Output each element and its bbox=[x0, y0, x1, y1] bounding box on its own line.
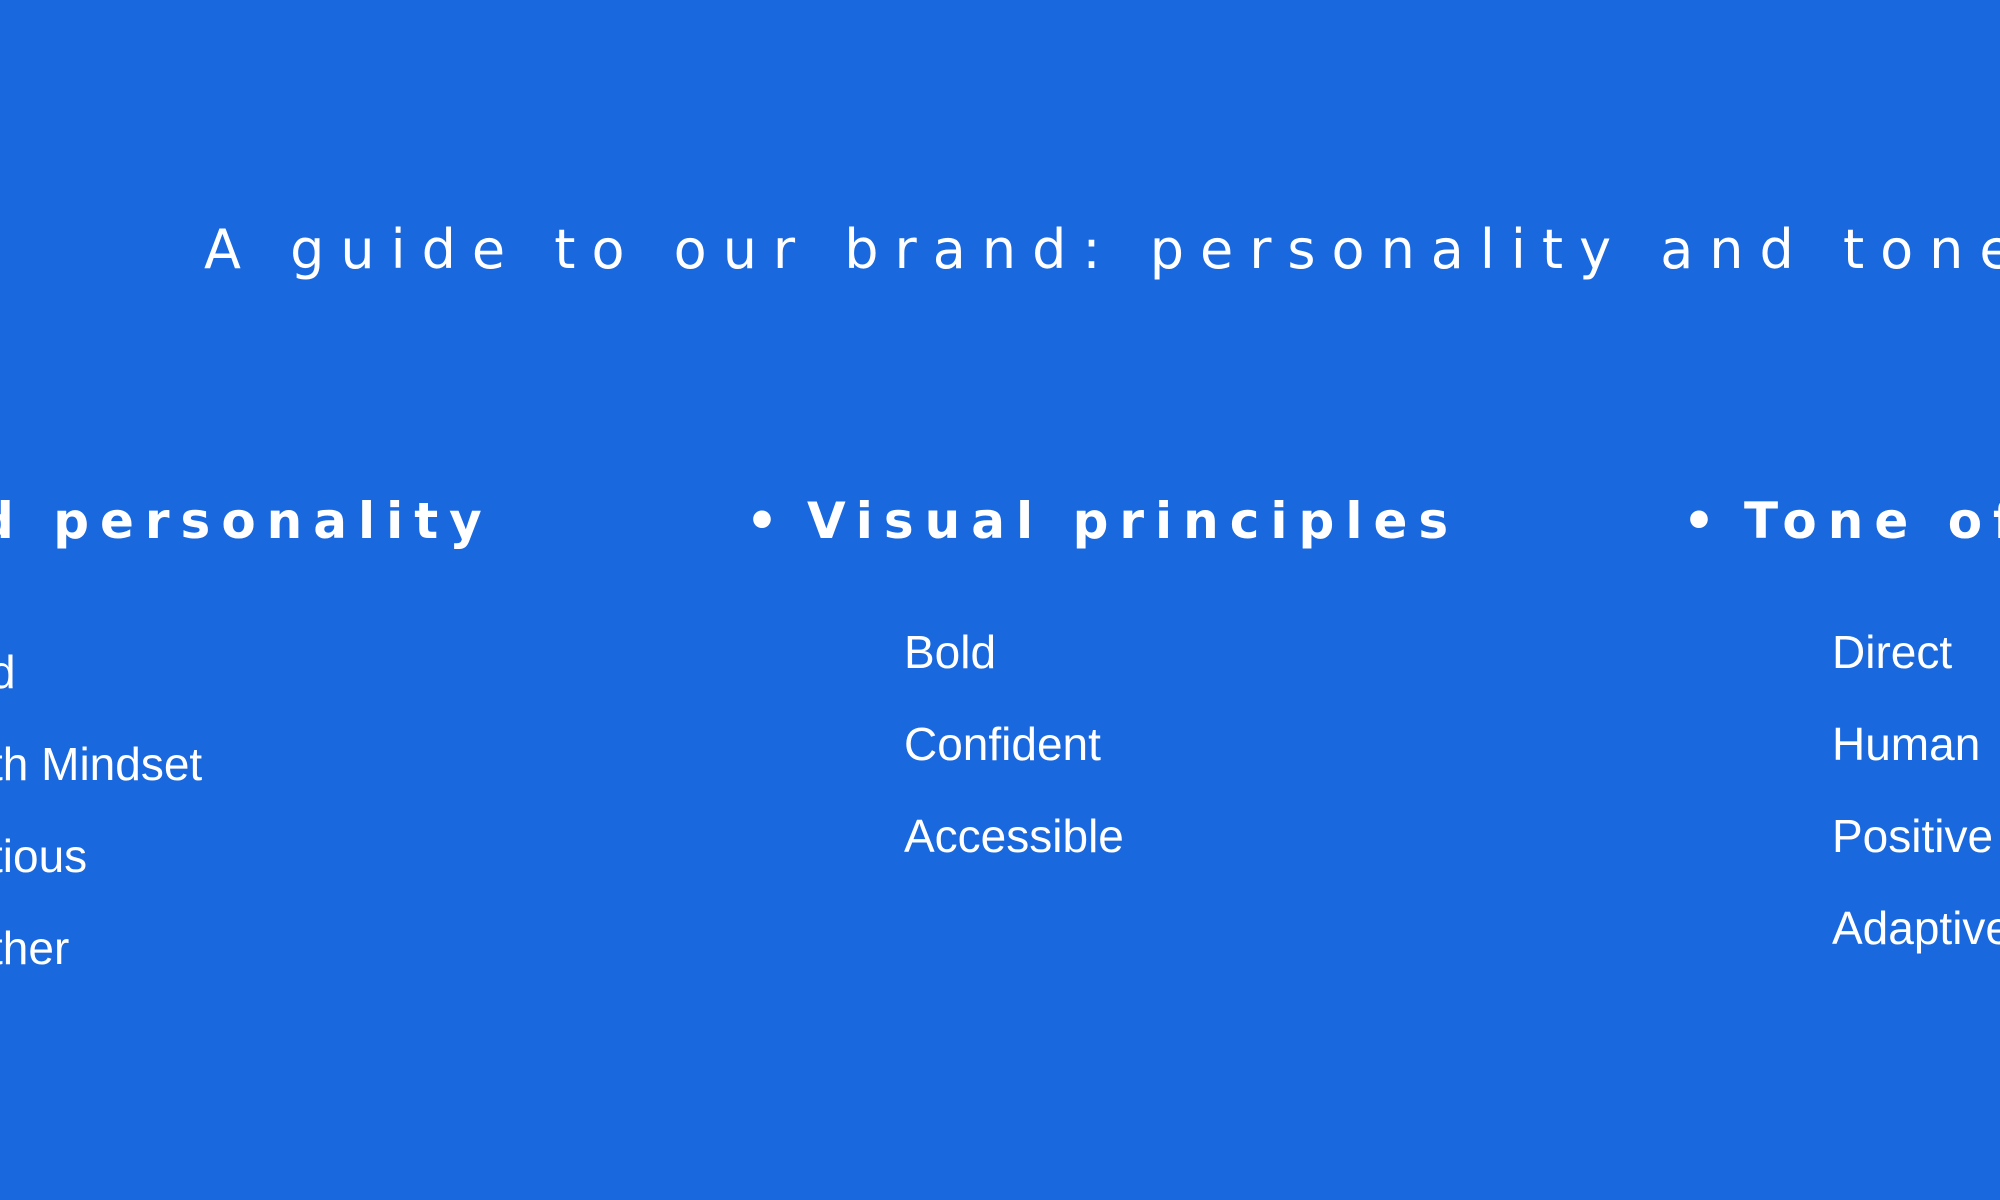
list-item: Human bbox=[1832, 718, 1981, 770]
list-item: Positive bbox=[1832, 810, 1994, 862]
list-item: Direct bbox=[1832, 626, 1953, 678]
section-heading-text: d personality bbox=[0, 492, 493, 550]
section-heading-tone-of: • Tone of bbox=[1683, 486, 2000, 556]
slide-canvas: A guide to our brand: personality and to… bbox=[0, 0, 2000, 1200]
brand-personality-list: d th Mindset tious ther bbox=[0, 626, 202, 994]
list-item: Bold bbox=[904, 626, 997, 678]
section-heading-visual-principles: • Visual principles bbox=[746, 486, 1459, 556]
list-item: tious bbox=[0, 830, 88, 882]
list-item: d bbox=[0, 646, 16, 698]
section-heading-text: Visual principles bbox=[806, 492, 1460, 550]
list-item: th Mindset bbox=[0, 738, 203, 790]
page-title: A guide to our brand: personality and to… bbox=[204, 218, 2000, 281]
list-item: Adaptive bbox=[1832, 902, 2000, 954]
list-item: ther bbox=[0, 922, 70, 974]
bullet-icon: • bbox=[1683, 492, 1726, 550]
tone-of-voice-list: Direct Human Positive Adaptive bbox=[1832, 606, 2000, 974]
bullet-icon: • bbox=[746, 492, 789, 550]
list-item: Confident bbox=[904, 718, 1101, 770]
list-item: Accessible bbox=[904, 810, 1124, 862]
section-heading-text: Tone of bbox=[1743, 492, 2000, 550]
section-heading-brand-personality: d personality bbox=[0, 486, 493, 556]
visual-principles-list: Bold Confident Accessible bbox=[904, 606, 1124, 882]
